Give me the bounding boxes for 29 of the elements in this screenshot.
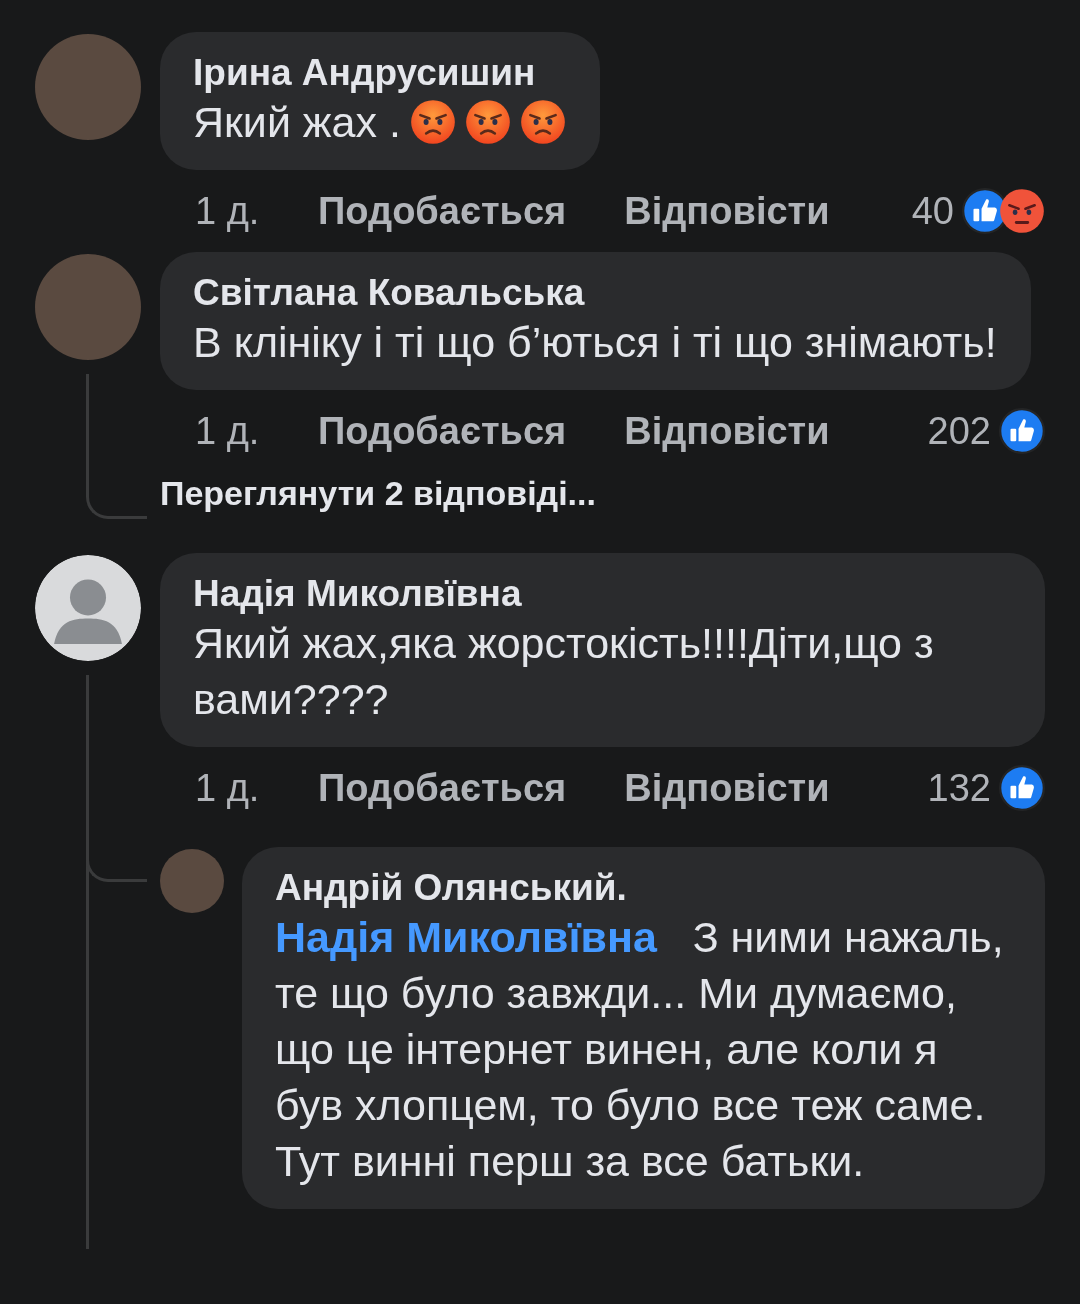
comment-text: Надія Миколвївна З ними нажаль, те що було завжди... Ми думаємо, що це інтернет винен, але коли я був хлопцем, то було все теж саме. Тут винні перш за все батьки. [275,912,1005,1187]
comment-text: В клініку і ті що б’ються і ті що знімають! [193,317,997,368]
thumbs-up-icon[interactable] [999,408,1045,454]
reaction-count: 40 [911,189,954,233]
angry-face-icon [409,99,456,145]
reply-link[interactable]: Відповісти [624,766,830,810]
reply-link[interactable]: Відповісти [624,189,830,233]
comment-text: Який жах,яка жорстокість!!!!Діти,що з вами???? [193,618,935,725]
mention-link[interactable]: Надія Миколвївна [275,913,657,961]
angry-face-icon[interactable] [999,188,1045,234]
angry-face-icon [464,99,511,145]
author-name[interactable]: Андрій Олянський. [275,867,1011,909]
like-link[interactable]: Подобається [318,766,567,810]
thumbs-up-icon[interactable] [999,765,1045,811]
author-name[interactable]: Ірина Андрусишин [193,52,566,94]
default-avatar-icon[interactable] [35,555,141,661]
angry-face-icon [519,99,566,145]
like-link[interactable]: Подобається [318,189,567,233]
comment-time: 1 д. [195,766,261,810]
view-replies-link[interactable]: Переглянути 2 відповіді... [160,474,596,513]
like-link[interactable]: Подобається [318,409,567,453]
author-name[interactable]: Надія Миколвївна [193,573,1011,615]
comment-text: Який жах . [193,97,401,148]
reaction-count: 202 [927,409,991,453]
comment-time: 1 д. [195,189,261,233]
author-name[interactable]: Світлана Ковальська [193,272,997,314]
reaction-count: 132 [927,766,991,810]
reply-link[interactable]: Відповісти [624,409,830,453]
comment-time: 1 д. [195,409,261,453]
